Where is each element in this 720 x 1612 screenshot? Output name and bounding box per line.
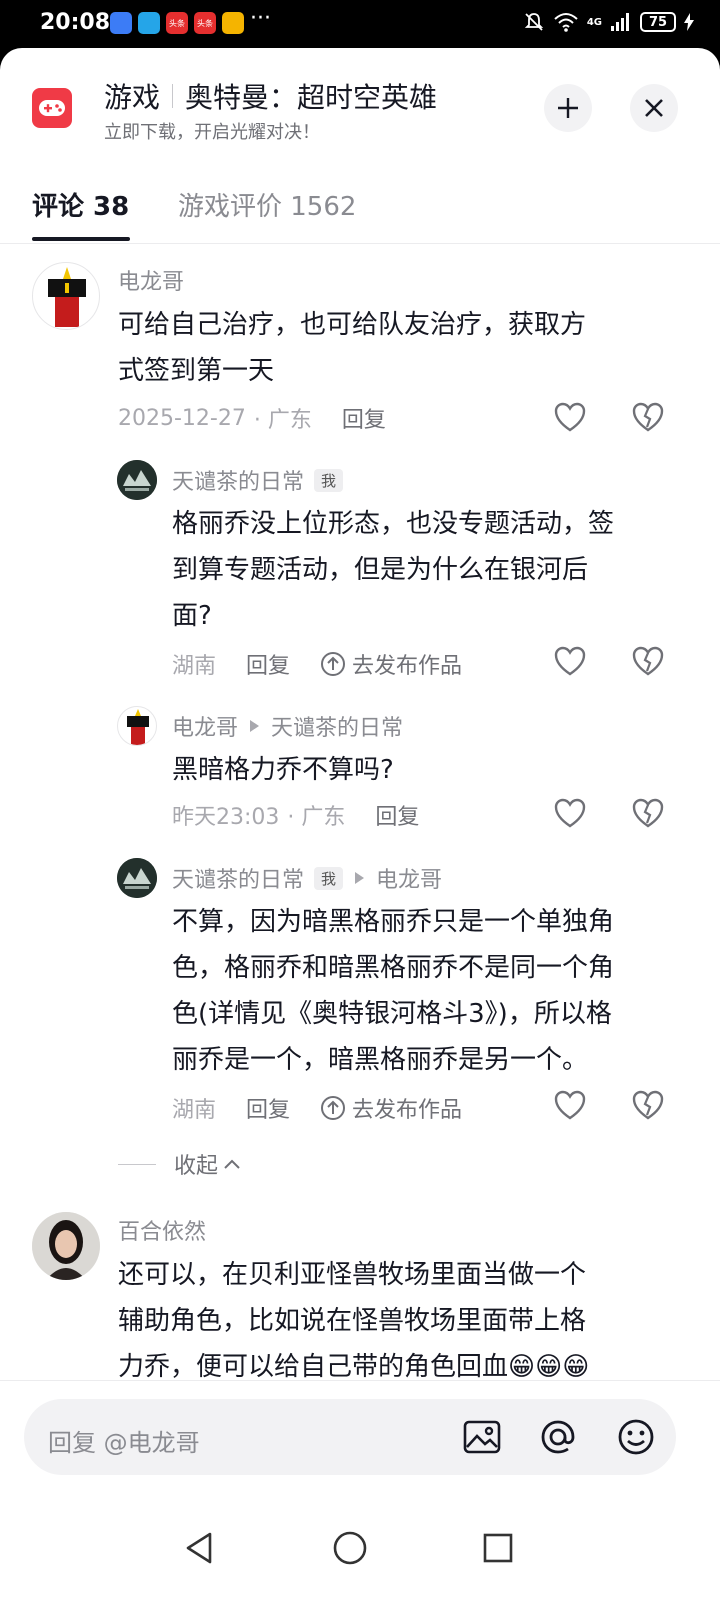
back-icon[interactable] bbox=[180, 1528, 220, 1568]
comment-text[interactable]: 可给自己治疗，也可给队友治疗，获取方 式签到第一天 bbox=[118, 302, 678, 394]
game-name: 奥特曼：超时空英雄 bbox=[185, 81, 438, 114]
avatar[interactable] bbox=[32, 1212, 100, 1280]
dislike-icon[interactable] bbox=[631, 401, 665, 435]
book-app-icon bbox=[138, 12, 160, 34]
reply-to-user: 天谴茶的日常 bbox=[271, 716, 404, 741]
reply-location: 湖南 bbox=[172, 1098, 217, 1123]
toutiao-app-icon: 头条 bbox=[166, 12, 188, 34]
reply-input[interactable]: 回复 @电龙哥 bbox=[24, 1399, 676, 1475]
reply-date: 昨天23:03 bbox=[172, 805, 280, 830]
like-icon[interactable] bbox=[553, 645, 587, 679]
dislike-icon[interactable] bbox=[631, 797, 665, 831]
wifi-icon bbox=[554, 13, 578, 32]
more-notifications-icon: ··· bbox=[250, 6, 271, 31]
upload-icon bbox=[321, 652, 346, 676]
weather-app-icon bbox=[222, 12, 244, 34]
system-nav-bar bbox=[0, 1500, 720, 1612]
reply-text[interactable]: 黑暗格力乔不算吗? bbox=[172, 747, 682, 793]
chevron-up-icon bbox=[224, 1159, 240, 1169]
minimize-icon bbox=[558, 98, 578, 118]
reply-location: 湖南 bbox=[172, 654, 217, 679]
reply-input-bar: 回复 @电龙哥 bbox=[0, 1380, 720, 1500]
game-category: 游戏 bbox=[104, 81, 161, 114]
emoji-icon[interactable] bbox=[616, 1417, 656, 1457]
reply-author[interactable]: 天谴茶的日常 我 bbox=[172, 464, 344, 496]
avatar[interactable] bbox=[117, 460, 157, 500]
reply-button[interactable]: 回复 bbox=[342, 402, 386, 434]
comment-meta: 2025-12-27 · 广东 回复 bbox=[118, 402, 386, 434]
reply-to-arrow-icon bbox=[355, 872, 365, 884]
comment-text[interactable]: 还可以，在贝利亚怪兽牧场里面当做一个 辅助角色，比如说在怪兽牧场里面带上格 力乔… bbox=[118, 1252, 698, 1390]
close-button[interactable] bbox=[630, 84, 678, 132]
mute-bell-icon bbox=[524, 13, 544, 31]
reply-author[interactable]: 天谴茶的日常 我 电龙哥 bbox=[172, 862, 442, 894]
comment-date: 2025-12-27 bbox=[118, 405, 246, 431]
dislike-icon[interactable] bbox=[631, 1089, 665, 1123]
reply-text[interactable]: 不算，因为暗黑格丽乔只是一个单独角 色，格丽乔和暗黑格丽乔不是同一个角 色(详情… bbox=[172, 899, 692, 1083]
image-icon[interactable] bbox=[462, 1417, 502, 1457]
battery-indicator: 75 bbox=[640, 12, 676, 32]
dislike-icon[interactable] bbox=[631, 645, 665, 679]
status-indicators: 4G 75 bbox=[523, 11, 694, 33]
reply-button[interactable]: 回复 bbox=[246, 648, 290, 680]
status-time: 20:08 bbox=[40, 10, 111, 35]
reply-author[interactable]: 电龙哥 天谴茶的日常 bbox=[172, 710, 403, 742]
avatar[interactable] bbox=[117, 858, 157, 898]
active-tab-indicator bbox=[32, 237, 130, 241]
comment-list: 电龙哥 可给自己治疗，也可给队友治疗，获取方 式签到第一天 2025-12-27… bbox=[0, 244, 720, 1418]
status-app-icons: 头条 头条 bbox=[110, 12, 244, 34]
avatar[interactable] bbox=[32, 262, 100, 330]
charging-icon bbox=[684, 13, 694, 31]
reply-button[interactable]: 回复 bbox=[246, 1092, 290, 1124]
app-notification-icon bbox=[110, 12, 132, 34]
me-badge: 我 bbox=[314, 866, 344, 890]
reply-to-user: 电龙哥 bbox=[376, 868, 443, 893]
toutiao-app-icon: 头条 bbox=[194, 12, 216, 34]
tab-bar: 评论 38 游戏评价 1562 bbox=[0, 172, 720, 244]
reply-button[interactable]: 回复 bbox=[375, 799, 419, 831]
collapse-replies-button[interactable]: 收起 bbox=[118, 1148, 242, 1180]
reply-location: · 广东 bbox=[287, 805, 346, 830]
reply-to-arrow-icon bbox=[250, 720, 260, 732]
minimize-button[interactable] bbox=[544, 84, 592, 132]
like-icon[interactable] bbox=[553, 1089, 587, 1123]
reply-meta: 湖南 回复 去发布作品 bbox=[172, 648, 462, 680]
reply-text[interactable]: 格丽乔没上位形态，也没专题活动，签 到算专题活动，但是为什么在银河后 面? bbox=[172, 501, 682, 639]
me-badge: 我 bbox=[314, 468, 344, 492]
game-title[interactable]: 游戏 奥特曼：超时空英雄 bbox=[104, 76, 437, 116]
comment-location: · 广东 bbox=[253, 408, 312, 433]
collapse-divider bbox=[118, 1163, 156, 1165]
reply-meta: 昨天23:03 · 广东 回复 bbox=[172, 799, 419, 831]
status-bar: 20:08 头条 头条 ··· 4G 75 bbox=[0, 0, 720, 48]
comment-sheet: 游戏 奥特曼：超时空英雄 立即下载，开启光耀对决！ 评论 38 游戏评价 156… bbox=[0, 48, 720, 1612]
network-type: 4G bbox=[586, 16, 602, 28]
signal-icon bbox=[611, 13, 629, 31]
recents-icon[interactable] bbox=[478, 1528, 518, 1568]
tab-comments[interactable]: 评论 38 bbox=[32, 186, 129, 223]
publish-work-button[interactable]: 去发布作品 bbox=[320, 1092, 462, 1124]
comment-author[interactable]: 电龙哥 bbox=[118, 264, 184, 296]
mention-icon[interactable] bbox=[538, 1417, 578, 1457]
gamepad-icon[interactable] bbox=[32, 88, 72, 128]
reply-input-placeholder: 回复 @电龙哥 bbox=[48, 1429, 200, 1457]
publish-work-button[interactable]: 去发布作品 bbox=[320, 648, 462, 680]
like-icon[interactable] bbox=[553, 797, 587, 831]
home-icon[interactable] bbox=[330, 1528, 370, 1568]
comment-author[interactable]: 百合依然 bbox=[118, 1214, 206, 1246]
game-subtitle: 立即下载，开启光耀对决！ bbox=[104, 122, 320, 143]
tab-game-reviews[interactable]: 游戏评价 1562 bbox=[178, 186, 356, 223]
avatar[interactable] bbox=[117, 706, 157, 746]
like-icon[interactable] bbox=[553, 401, 587, 435]
close-icon bbox=[645, 99, 663, 117]
title-divider bbox=[172, 84, 174, 108]
game-header: 游戏 奥特曼：超时空英雄 立即下载，开启光耀对决！ bbox=[0, 48, 720, 158]
upload-icon bbox=[321, 1096, 346, 1120]
reply-meta: 湖南 回复 去发布作品 bbox=[172, 1092, 462, 1124]
